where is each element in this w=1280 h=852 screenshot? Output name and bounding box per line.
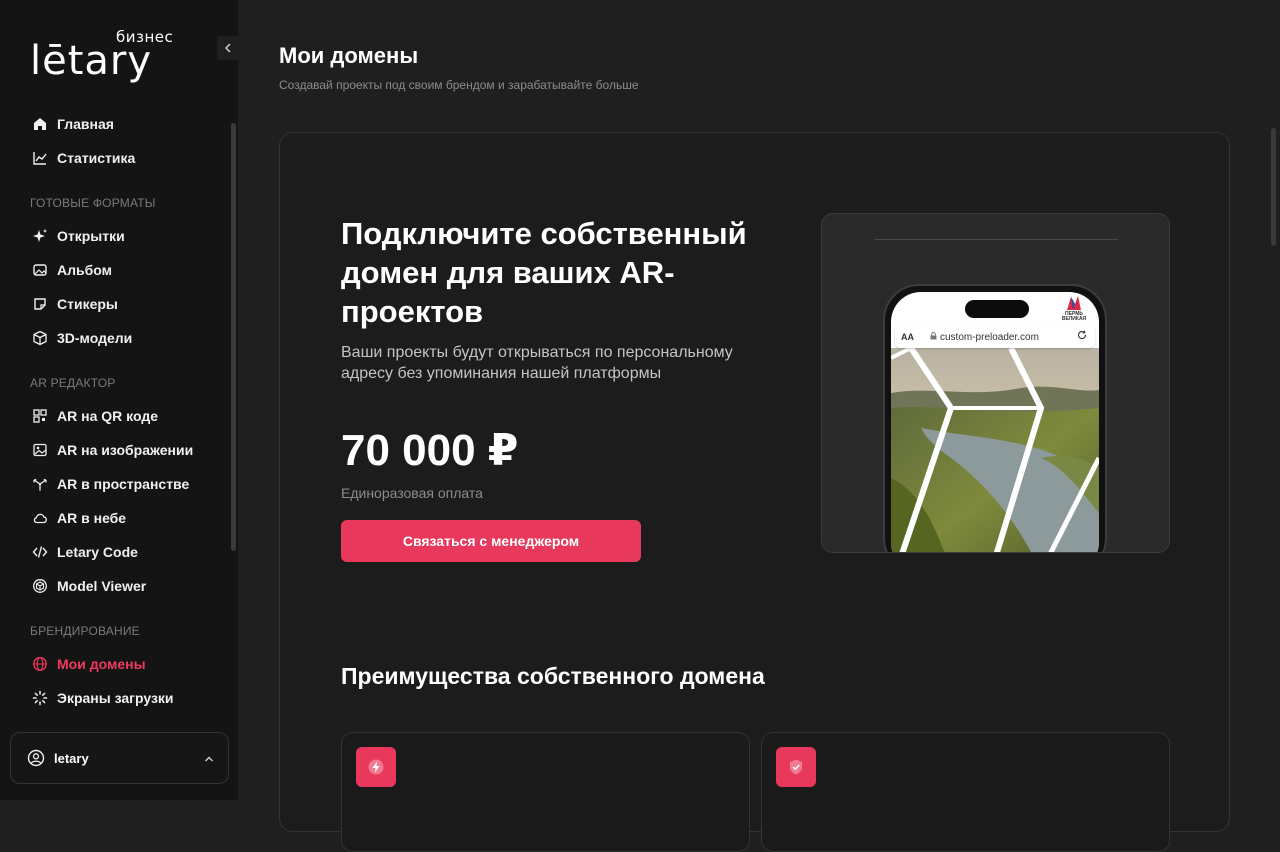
collapse-sidebar-button[interactable] [217,36,238,60]
chevron-up-icon [204,751,214,766]
benefits-title: Преимущества собственного домена [341,663,765,689]
preview-url: custom-preloader.com [940,331,1039,343]
sidebar-item-label: Model Viewer [57,578,147,594]
price-note: Единоразовая оплата [341,485,483,501]
section-heading-formats: ГОТОВЫЕ ФОРМАТЫ [30,196,156,210]
user-name: letary [54,750,89,766]
sidebar-item-my-domains[interactable]: Мои домены [0,647,230,681]
page-title: Мои домены [279,43,419,68]
preview-divider [875,239,1118,240]
loader-icon [31,689,49,707]
sidebar-item-statistics[interactable]: Статистика [0,141,230,175]
sidebar-item-label: Альбом [57,262,112,278]
sidebar-item-label: Статистика [57,150,136,166]
cloud-icon [31,509,49,527]
sidebar-item-label: AR в небе [57,510,127,526]
benefit-card [761,732,1170,852]
sidebar-item-label: AR на изображении [57,442,194,458]
sidebar: бизнес lētary Главная Статистика ГОТОВЫЕ… [0,0,238,800]
sidebar-item-stickers[interactable]: Стикеры [0,287,230,321]
sidebar-item-label: Стикеры [57,296,118,312]
sidebar-item-label: AR в пространстве [57,476,190,492]
sidebar-item-album[interactable]: Альбом [0,253,230,287]
album-icon [31,261,49,279]
globe-icon [31,655,49,673]
page-scrollbar[interactable] [1271,128,1276,246]
sidebar-item-label: Главная [57,116,114,132]
landscape-image [891,348,1099,552]
model-viewer-icon [31,577,49,595]
section-heading-ar-editor: AR РЕДАКТОР [30,376,116,390]
phone-mockup: ПЕРМЬ ВЕЛИКАЯ AA custom-preloader.com [883,284,1107,552]
sidebar-item-loading-screens[interactable]: Экраны загрузки [0,681,230,715]
shield-check-icon [776,747,816,787]
sidebar-item-label: Мои домены [57,656,146,672]
sidebar-nav: Главная Статистика ГОТОВЫЕ ФОРМАТЫ Откры… [0,107,230,715]
sidebar-item-ar-qr[interactable]: AR на QR коде [0,399,230,433]
price: 70 000 ₽ [341,426,519,475]
sparkle-icon [31,227,49,245]
lightning-icon [356,747,396,787]
sidebar-scrollbar[interactable] [231,123,236,551]
lock-icon [930,332,937,342]
domain-preview: ПЕРМЬ ВЕЛИКАЯ AA custom-preloader.com [821,213,1170,553]
phone-screen: ПЕРМЬ ВЕЛИКАЯ AA custom-preloader.com [891,292,1099,552]
sidebar-item-label: AR на QR коде [57,408,158,424]
benefit-card [341,732,750,852]
text-size-toggle: AA [901,332,914,342]
sidebar-item-3d-models[interactable]: 3D-модели [0,321,230,355]
sidebar-item-label: 3D-модели [57,330,133,346]
chevron-left-icon [224,43,231,53]
qr-icon [31,407,49,425]
contact-manager-button[interactable]: Связаться с менеджером [341,520,641,562]
cube-icon [31,329,49,347]
sidebar-item-label: Открытки [57,228,125,244]
sidebar-item-model-viewer[interactable]: Model Viewer [0,569,230,603]
letary-logo[interactable]: бизнес lētary [30,28,180,88]
sticker-icon [31,295,49,313]
section-heading-branding: БРЕНДИРОВАНИЕ [30,624,140,638]
hero-description: Ваши проекты будут открываться по персон… [341,344,733,382]
domain-offer-card: Подключите собственный домен для ваших A… [279,132,1230,852]
sidebar-item-ar-image[interactable]: AR на изображении [0,433,230,467]
sidebar-item-label: Экраны загрузки [57,690,174,706]
page-subtitle: Создавай проекты под своим брендом и зар… [279,78,639,92]
sidebar-item-postcards[interactable]: Открытки [0,219,230,253]
sidebar-item-ar-space[interactable]: AR в пространстве [0,467,230,501]
home-icon [31,115,49,133]
reload-icon [1077,330,1087,343]
sidebar-item-home[interactable]: Главная [0,107,230,141]
user-avatar-icon [26,748,46,768]
hero-title: Подключите собственный домен для ваших A… [341,216,747,329]
user-menu[interactable]: letary [10,732,229,784]
chart-icon [31,149,49,167]
dynamic-island [965,300,1029,318]
browser-url-bar: AA custom-preloader.com [895,326,1095,348]
code-icon [31,543,49,561]
sidebar-item-label: Letary Code [57,544,138,560]
main-content: Мои домены Создавай проекты под своим бр… [238,0,1280,852]
space-icon [31,475,49,493]
sidebar-item-ar-sky[interactable]: AR в небе [0,501,230,535]
perm-logo: ПЕРМЬ ВЕЛИКАЯ [1061,294,1087,324]
image-icon [31,441,49,459]
logo-word: lētary [30,38,153,84]
sidebar-item-letary-code[interactable]: Letary Code [0,535,230,569]
perm-logo-text: ПЕРМЬ ВЕЛИКАЯ [1061,311,1087,322]
